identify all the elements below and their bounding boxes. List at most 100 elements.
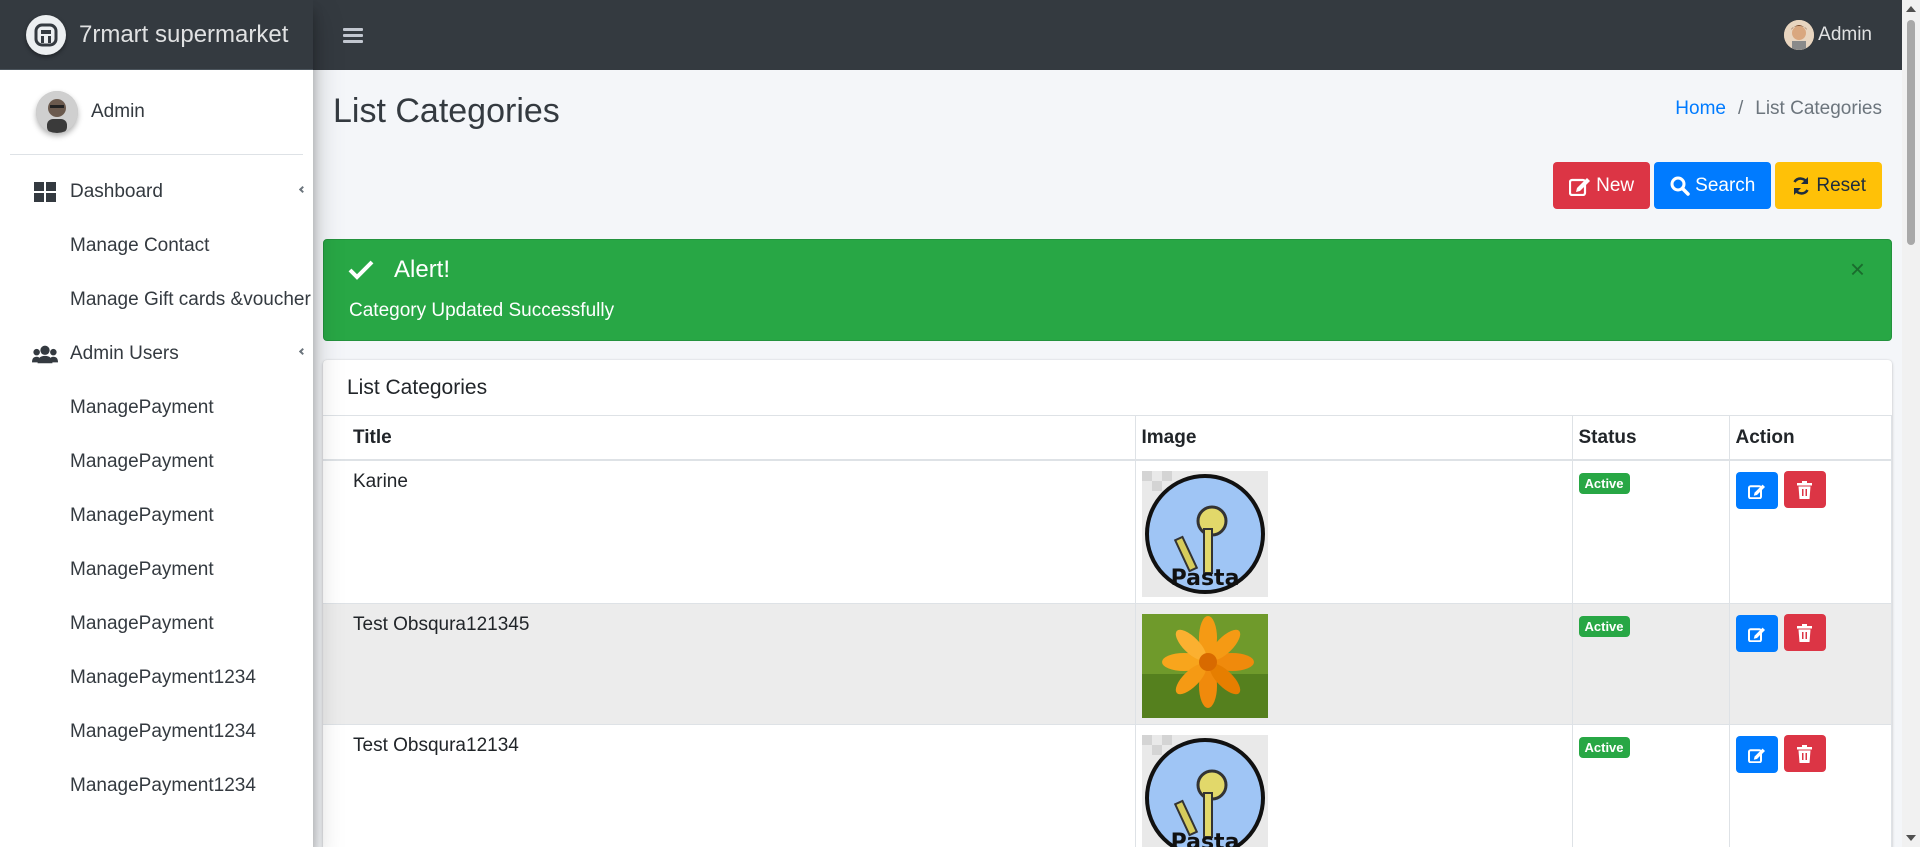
sidebar-item-label: ManagePayment1234 xyxy=(70,721,256,742)
close-icon[interactable]: × xyxy=(1850,254,1865,285)
row-action-cell xyxy=(1729,724,1892,847)
page-scrollbar[interactable] xyxy=(1902,0,1920,847)
edit-button[interactable] xyxy=(1735,736,1778,773)
top-navbar: Admin xyxy=(313,0,1902,70)
edit-icon xyxy=(1747,627,1765,642)
delete-button[interactable] xyxy=(1783,614,1826,651)
brand-name: 7rmart supermarket xyxy=(79,20,289,48)
sidebar-user-name: Admin xyxy=(91,101,145,122)
sidebar-item-manage-payment[interactable]: ManagePayment xyxy=(0,597,313,651)
chevron-left-icon xyxy=(298,185,307,194)
svg-text:Pasta: Pasta xyxy=(1170,566,1239,591)
new-button[interactable]: New xyxy=(1553,162,1651,209)
top-user-name: Admin xyxy=(1818,24,1872,45)
sidebar-item-manage-payment[interactable]: ManagePayment xyxy=(0,381,313,435)
sidebar-item-label: ManagePayment xyxy=(70,505,214,526)
card-title: List Categories xyxy=(323,360,1892,416)
sidebar-item-label: ManagePayment xyxy=(70,559,214,580)
row-title: Karine xyxy=(323,459,1136,604)
categories-table: Title Image Status Action Karine Pasta A… xyxy=(323,416,1892,847)
column-header-image: Image xyxy=(1135,416,1573,461)
menu-toggle-icon[interactable] xyxy=(343,25,363,46)
sidebar-item-label: Manage Contact xyxy=(70,235,210,256)
row-title: Test Obsqura121345 xyxy=(323,603,1136,725)
status-badge: Active xyxy=(1578,616,1630,637)
avatar xyxy=(1784,20,1815,50)
breadcrumb-current: List Categories xyxy=(1755,98,1882,119)
sidebar-item-label: ManagePayment1234 xyxy=(70,667,256,688)
chevron-left-icon xyxy=(298,347,307,356)
row-status-cell: Active xyxy=(1572,603,1730,725)
scroll-up-icon[interactable] xyxy=(1906,6,1916,12)
user-panel[interactable]: Admin xyxy=(10,70,303,155)
new-button-label: New xyxy=(1596,174,1635,196)
top-user-menu[interactable]: Admin xyxy=(1784,20,1872,50)
column-header-title: Title xyxy=(323,416,1136,461)
sidebar-item-manage-payment[interactable]: ManagePayment xyxy=(0,489,313,543)
sidebar-item-label: ManagePayment xyxy=(70,397,214,418)
row-image-cell xyxy=(1135,603,1573,725)
sidebar-item-manage-payment-1234[interactable]: ManagePayment1234 xyxy=(0,705,313,759)
breadcrumb: Home / List Categories xyxy=(1675,98,1882,120)
delete-button[interactable] xyxy=(1783,735,1826,772)
edit-icon xyxy=(1747,748,1765,763)
sidebar-item-label: ManagePayment xyxy=(70,451,214,472)
orange-flower-image xyxy=(1141,614,1268,718)
sidebar-item-label: Dashboard xyxy=(70,181,163,202)
table-row: Test Obsqura121345 Active xyxy=(323,603,1892,725)
search-button-label: Search xyxy=(1695,174,1756,196)
sidebar-item-label: Admin Users xyxy=(70,343,179,364)
alert-message: Category Updated Successfully xyxy=(349,300,615,321)
breadcrumb-separator: / xyxy=(1737,98,1744,119)
trash-icon xyxy=(1797,744,1813,763)
sidebar-item-label: Manage Gift cards &voucher xyxy=(70,289,311,310)
status-badge: Active xyxy=(1578,473,1630,494)
table-row: Test Obsqura12134 Pasta Active xyxy=(323,724,1892,847)
pasta-keys-image: Pasta xyxy=(1141,471,1268,597)
avatar xyxy=(36,91,78,133)
row-status-cell: Active xyxy=(1572,724,1730,847)
edit-button[interactable] xyxy=(1735,472,1778,509)
sidebar-item-manage-gift-cards[interactable]: Manage Gift cards &voucher xyxy=(0,273,313,327)
column-header-action: Action xyxy=(1729,416,1892,461)
sidebar-item-manage-contact[interactable]: Manage Contact xyxy=(0,219,313,273)
reset-button-label: Reset xyxy=(1816,174,1866,196)
sidebar-item-manage-payment[interactable]: ManagePayment xyxy=(0,543,313,597)
edit-button[interactable] xyxy=(1735,615,1778,652)
scroll-down-icon[interactable] xyxy=(1906,835,1916,841)
sidebar-item-manage-payment-1234[interactable]: ManagePayment1234 xyxy=(0,759,313,813)
svg-text:Pasta: Pasta xyxy=(1170,830,1239,847)
reset-button[interactable]: Reset xyxy=(1775,162,1882,209)
sidebar-item-dashboard[interactable]: Dashboard xyxy=(0,165,313,219)
status-badge: Active xyxy=(1578,737,1630,758)
search-button[interactable]: Search xyxy=(1654,162,1772,209)
action-buttons: New Search Reset xyxy=(1553,162,1882,209)
sidebar-item-manage-payment-1234[interactable]: ManagePayment1234 xyxy=(0,651,313,705)
breadcrumb-home-link[interactable]: Home xyxy=(1675,98,1726,120)
sidebar-item-label: ManagePayment1234 xyxy=(70,775,256,796)
edit-icon xyxy=(1569,177,1591,196)
table-header-row: Title Image Status Action xyxy=(323,416,1892,461)
search-icon xyxy=(1670,176,1690,196)
sidebar-item-manage-payment[interactable]: ManagePayment xyxy=(0,435,313,489)
sidebar-item-admin-users[interactable]: Admin Users xyxy=(0,327,313,381)
row-action-cell xyxy=(1729,459,1892,604)
page-title: List Categories xyxy=(333,92,560,130)
check-icon xyxy=(348,260,374,280)
dashboard-icon xyxy=(32,182,58,202)
alert-heading: Alert! xyxy=(348,256,450,284)
delete-button[interactable] xyxy=(1783,471,1826,508)
row-image-cell: Pasta xyxy=(1135,459,1573,604)
edit-icon xyxy=(1747,484,1765,499)
main-content: List Categories Home / List Categories N… xyxy=(313,70,1902,847)
row-image-cell: Pasta xyxy=(1135,724,1573,847)
row-status-cell: Active xyxy=(1572,459,1730,604)
users-icon xyxy=(32,344,58,364)
brand-link[interactable]: 7rmart supermarket xyxy=(0,0,313,70)
pasta-keys-image: Pasta xyxy=(1141,735,1268,847)
trash-icon xyxy=(1797,623,1813,642)
scroll-thumb[interactable] xyxy=(1907,20,1915,245)
refresh-icon xyxy=(1793,176,1809,195)
row-title: Test Obsqura12134 xyxy=(323,724,1136,847)
sidebar: 7rmart supermarket Admin Dashboard Manag… xyxy=(0,0,313,847)
